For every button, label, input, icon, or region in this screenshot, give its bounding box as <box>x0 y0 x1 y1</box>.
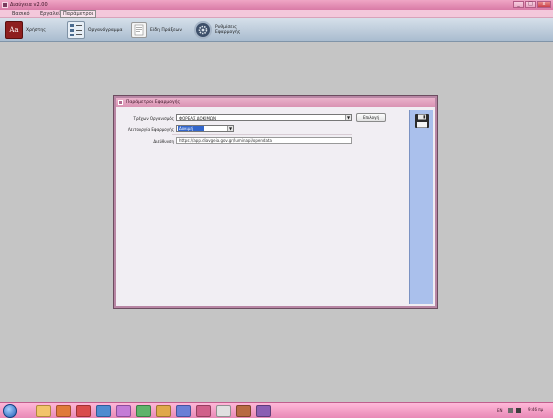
save-button[interactable] <box>414 113 430 129</box>
user-card-icon: Aa <box>5 21 23 39</box>
menu-item-parameters[interactable]: Παράμετροι <box>60 10 97 18</box>
clock[interactable]: 9:46 πμ <box>528 407 543 412</box>
app-icon-1[interactable] <box>76 405 91 417</box>
user-button[interactable]: Aa Χρήστης <box>5 20 46 40</box>
org-select-value: ΦΟΡΕΑΣ ΔΟΚΙΜΩΝ <box>179 116 216 121</box>
maximize-button[interactable]: □ <box>525 1 536 8</box>
app-icon-2[interactable] <box>96 405 111 417</box>
menu-bar: Βασικό Εργαλεία Παράμετροι <box>0 10 553 18</box>
network-icon[interactable] <box>508 408 513 413</box>
app-titlebar: Διαύγεια v2.00 _ □ x <box>0 0 553 10</box>
explorer-icon[interactable] <box>36 405 51 417</box>
close-button[interactable]: x <box>537 1 551 8</box>
org-chart-icon <box>67 21 85 39</box>
app-settings-label: Ρυθμίσεις Εφαρμογής <box>215 25 241 35</box>
document-types-label: Είδη Πράξεων <box>150 27 182 33</box>
app-icon-10[interactable] <box>256 405 271 417</box>
choose-button[interactable]: Επιλογή <box>356 113 386 122</box>
org-label: Τρέχων Οργανισμός <box>133 116 174 121</box>
toolbar: Aa Χρήστης Οργανόγραμμα Είδη Πράξεων Ρυθ… <box>0 18 553 42</box>
app-parameters-dialog: Παράμετροι Εφαρμογής Τρέχων Οργανισμός Φ… <box>114 96 437 308</box>
app-icon-6[interactable] <box>176 405 191 417</box>
language-indicator[interactable]: EN <box>497 408 503 413</box>
app-icon-7[interactable] <box>196 405 211 417</box>
app-icon-8[interactable] <box>216 405 231 417</box>
dialog-side-panel <box>409 110 433 304</box>
chevron-down-icon[interactable]: ▼ <box>227 126 233 131</box>
dialog-title: Παράμετροι Εφαρμογής <box>126 100 181 105</box>
app-icon-4[interactable] <box>136 405 151 417</box>
taskbar: EN 9:46 πμ <box>0 402 553 418</box>
minimize-button[interactable]: _ <box>513 1 524 8</box>
settings-gear-icon <box>194 21 212 39</box>
floppy-disk-icon <box>415 114 429 128</box>
url-input[interactable]: https://app.diavgeia.gov.gr/luminapi/ope… <box>176 137 352 144</box>
app-title: Διαύγεια v2.00 <box>10 2 48 8</box>
user-button-label: Χρήστης <box>26 27 46 33</box>
app-settings-button[interactable]: Ρυθμίσεις Εφαρμογής <box>194 20 245 40</box>
document-types-icon <box>131 22 147 38</box>
url-label: Διεύθυνση <box>153 139 174 144</box>
org-chart-label: Οργανόγραμμα <box>88 27 123 33</box>
mode-select[interactable]: Δοκιμή ▼ <box>176 125 234 132</box>
app-icon-3[interactable] <box>116 405 131 417</box>
mode-label: Λειτουργία Εφαρμογής <box>127 127 174 132</box>
mode-select-value: Δοκιμή <box>178 126 204 131</box>
org-chart-button[interactable]: Οργανόγραμμα <box>67 20 122 40</box>
dialog-icon <box>118 100 123 105</box>
volume-icon[interactable] <box>516 408 521 413</box>
org-select[interactable]: ΦΟΡΕΑΣ ΔΟΚΙΜΩΝ ▼ <box>176 114 352 121</box>
document-types-button[interactable]: Είδη Πράξεων <box>131 20 182 40</box>
divider <box>172 134 352 135</box>
app-icon-5[interactable] <box>156 405 171 417</box>
app-icon <box>2 2 8 8</box>
media-player-icon[interactable] <box>56 405 71 417</box>
dialog-titlebar: Παράμετροι Εφαρμογής <box>116 98 435 107</box>
start-button[interactable] <box>3 404 17 418</box>
app-icon-9[interactable] <box>236 405 251 417</box>
menu-item-basic[interactable]: Βασικό <box>12 11 30 17</box>
chevron-down-icon[interactable]: ▼ <box>345 115 351 120</box>
